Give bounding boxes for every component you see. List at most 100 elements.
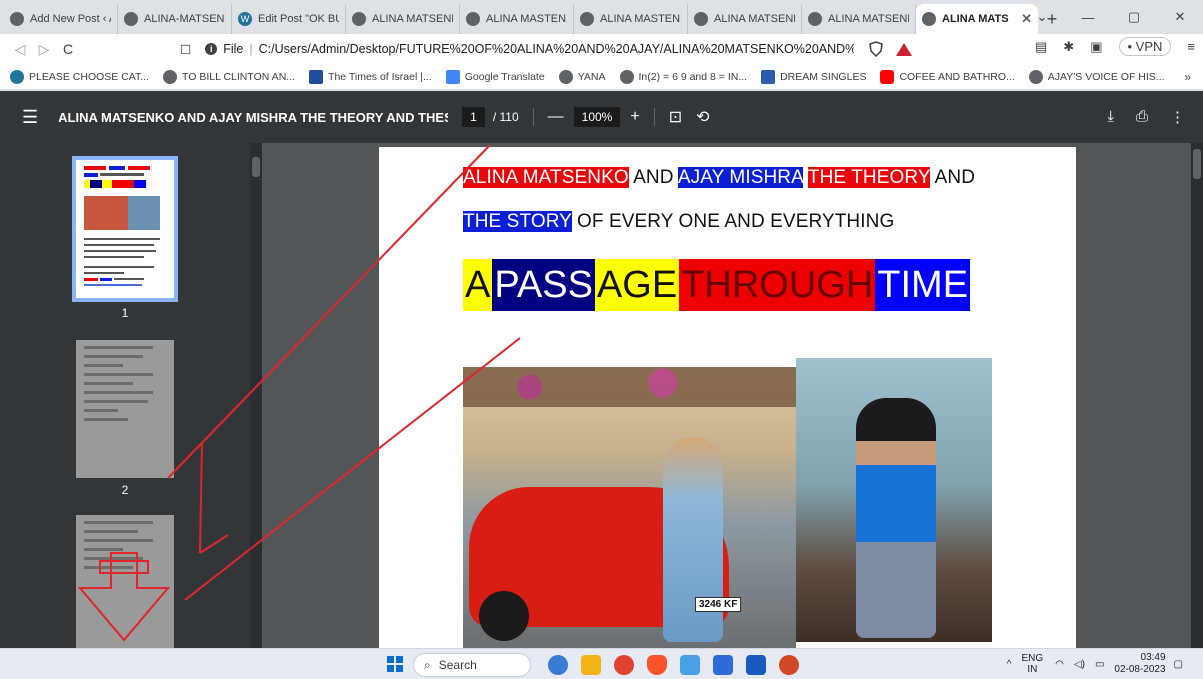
globe-icon (580, 12, 594, 26)
reload-icon[interactable]: C (56, 41, 80, 57)
tab-6[interactable]: ALINA MASTENKO (574, 4, 688, 34)
more-bookmarks-icon[interactable]: » (1184, 70, 1191, 84)
back-icon[interactable]: ◁ (8, 41, 32, 58)
dream-singles-icon (761, 69, 776, 84)
brave-shield-icon[interactable] (868, 41, 884, 57)
thumbnail-page-3[interactable] (76, 515, 174, 648)
powerpoint-icon[interactable] (779, 655, 799, 675)
download-icon[interactable]: ⤓ (1107, 108, 1114, 126)
menu-icon[interactable]: ≡ (1187, 39, 1195, 54)
chevron-up-icon[interactable]: ^ (1007, 659, 1012, 670)
lang-top: ENG (1021, 653, 1044, 664)
reading-list-icon[interactable]: ▤ (1035, 39, 1047, 55)
url-text[interactable]: C:/Users/Admin/Desktop/FUTURE%20OF%20ALI… (259, 42, 854, 56)
tab-7[interactable]: ALINA MATSENKO (688, 4, 802, 34)
bookmark-label: TO BILL CLINTON AN... (182, 70, 296, 83)
tab-title: ALINA-MATSENKO (144, 13, 225, 25)
zoom-input[interactable]: 100% (573, 107, 621, 127)
print-icon[interactable]: ⎙ (1136, 108, 1148, 126)
bookmark-item[interactable]: Google Translate (445, 69, 545, 84)
bookmark-item[interactable]: TO BILL CLINTON AN... (163, 69, 296, 84)
bookmark-label: PLEASE CHOOSE CAT... (29, 70, 150, 83)
bookmark-icon[interactable]: ☐ (180, 42, 191, 57)
zoom-out-button[interactable]: — (548, 108, 564, 126)
zoom-in-button[interactable]: + (630, 108, 639, 126)
clock[interactable]: 03:49 02-08-2023 (1114, 652, 1165, 676)
brave-rewards-icon[interactable] (895, 42, 912, 56)
notepad-icon[interactable] (713, 655, 733, 675)
globe-icon (808, 12, 822, 26)
bookmark-item[interactable]: PLEASE CHOOSE CAT... (10, 69, 150, 84)
chrome-icon[interactable] (614, 655, 634, 675)
language-indicator[interactable]: ENG IN (1022, 653, 1044, 675)
bookmark-item[interactable]: YANA (558, 69, 606, 84)
bookmark-item[interactable]: AJAY'S VOICE OF HIS... (1028, 69, 1165, 84)
tab-title: ALINA MATSENKO (714, 13, 795, 25)
bookmark-item[interactable]: DREAM SINGLES (761, 69, 866, 84)
notification-icon[interactable]: ▢ (1174, 659, 1183, 670)
main-scrollbar[interactable] (1191, 143, 1203, 648)
thumbnail-label: 1 (121, 306, 129, 320)
app-icon[interactable] (548, 655, 568, 675)
app-icon[interactable] (680, 655, 700, 675)
google-translate-icon (445, 69, 460, 84)
brave-icon[interactable] (647, 655, 667, 675)
bookmark-item[interactable]: The Times of Israel |... (309, 69, 432, 84)
taskbar-apps (548, 655, 812, 675)
tab-5[interactable]: ALINA MASTENKO (460, 4, 574, 34)
highlight-text: ALINA MATSENKO (463, 167, 629, 188)
bookmark-label: The Times of Israel |... (328, 70, 432, 83)
heading-line-2: THE STORY OF EVERY ONE AND EVERYTHING (463, 211, 894, 233)
tab-3[interactable]: W Edit Post "OK BUT (232, 4, 346, 34)
volume-icon[interactable]: ◁) (1074, 659, 1085, 670)
sidebar-icon[interactable]: ▣ (1090, 39, 1102, 55)
rotate-icon[interactable]: ⟲ (696, 107, 709, 127)
windows-start-icon[interactable] (387, 656, 403, 672)
file-explorer-icon[interactable] (581, 655, 601, 675)
word-icon[interactable] (746, 655, 766, 675)
tab-search-icon[interactable]: ⌄ (1019, 0, 1065, 34)
thumbnail-page-1[interactable] (72, 156, 178, 302)
taskbar-search[interactable]: ⌕ Search (413, 653, 531, 677)
restore-button[interactable]: ▢ (1111, 0, 1157, 34)
tab-4[interactable]: ALINA MATSENKO (346, 4, 460, 34)
clock-time: 03:49 (1140, 652, 1166, 663)
more-options-icon[interactable]: ⋮ (1170, 108, 1185, 126)
tab-title: ALINA MATSENKO (828, 13, 909, 25)
bookmark-label: AJAY'S VOICE OF HIS... (1047, 70, 1165, 83)
close-window-button[interactable]: ✕ (1157, 0, 1203, 34)
bookmark-item[interactable]: In(2) = 6 9 and 8 = IN... (619, 69, 748, 84)
tab-1[interactable]: Add New Post ‹ A (4, 4, 118, 34)
tab-2[interactable]: ALINA-MATSENKO (118, 4, 232, 34)
divider (532, 108, 534, 126)
vpn-button[interactable]: • VPN (1118, 37, 1172, 56)
address-bar[interactable]: ☐ i File | C:/Users/Admin/Desktop/FUTURE… (180, 37, 950, 61)
tab-8[interactable]: ALINA MATSENKO (802, 4, 916, 34)
extensions-icon[interactable]: ✱ (1063, 39, 1074, 55)
info-icon[interactable]: i (205, 43, 218, 55)
minimize-button[interactable]: — (1065, 0, 1111, 34)
page-number-input[interactable]: 1 (462, 107, 485, 127)
document-title: ALINA MATSENKO AND AJAY MISHRA THE THEOR… (58, 109, 449, 125)
pdf-page: ALINA MATSENKO AND AJAY MISHRA THE THEOR… (379, 147, 1076, 648)
bookmark-item[interactable]: COFEE AND BATHRO... (880, 69, 1015, 84)
menu-icon[interactable]: ☰ (22, 107, 38, 128)
banner-word: A (463, 259, 493, 311)
system-tray: ^ ENG IN ◠ ◁) ▭ 03:49 02-08-2023 ▢ (1007, 652, 1193, 676)
photo-man (796, 358, 992, 642)
heading-text: AND (930, 167, 976, 188)
bookmark-label: In(2) = 6 9 and 8 = IN... (638, 70, 748, 83)
globe-icon (922, 12, 936, 26)
battery-icon[interactable]: ▭ (1095, 659, 1104, 670)
thumbnail-scrollbar[interactable] (250, 143, 262, 648)
globe-icon (466, 12, 480, 26)
fit-page-icon[interactable]: ⊡ (669, 107, 682, 127)
banner-word: TIME (875, 259, 971, 311)
thumbnail-page-2[interactable] (76, 340, 174, 478)
forward-icon[interactable]: ▷ (32, 41, 56, 58)
lang-bottom: IN (1027, 664, 1038, 675)
wifi-icon[interactable]: ◠ (1055, 659, 1064, 670)
globe-icon (558, 69, 573, 84)
tab-strip: Add New Post ‹ A ALINA-MATSENKO W Edit Po… (0, 0, 1203, 34)
thumbnail-label: 2 (121, 483, 129, 497)
